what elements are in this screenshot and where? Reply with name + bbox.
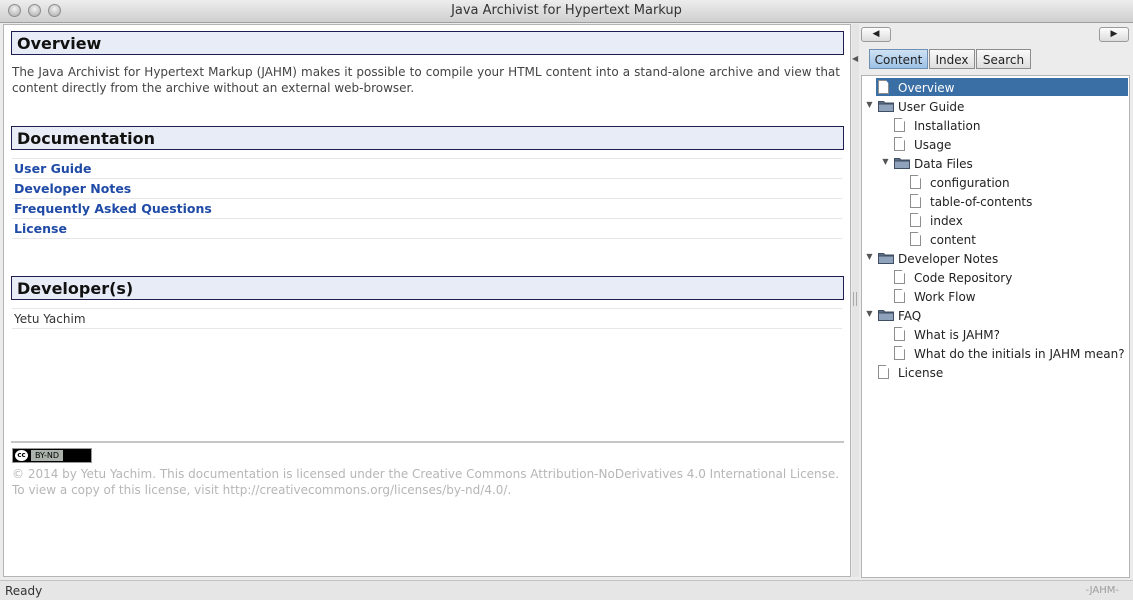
tree-item[interactable]: table-of-contents [862, 192, 1129, 211]
tree-item-label: Usage [914, 138, 952, 152]
document-icon [878, 365, 889, 379]
folder-icon [878, 251, 894, 267]
tree-item-label: table-of-contents [930, 195, 1033, 209]
tab-search[interactable]: Search [976, 49, 1031, 69]
document-icon [910, 213, 921, 227]
forward-button[interactable]: ▶ [1099, 27, 1129, 42]
document-icon [910, 232, 921, 246]
tree-item[interactable]: Installation [862, 116, 1129, 135]
tree-item[interactable]: ▼ Developer Notes [862, 249, 1129, 268]
by-nd-label: BY-ND [31, 450, 64, 461]
expand-triangle-icon[interactable]: ▼ [865, 252, 874, 261]
tree-item-label: License [898, 366, 944, 380]
link-faq[interactable]: Frequently Asked Questions [12, 199, 842, 219]
tree-item[interactable]: License [862, 363, 1129, 382]
collapse-arrow-icon[interactable]: ◀ [852, 54, 858, 63]
overview-heading: Overview [11, 31, 844, 55]
window-title: Java Archivist for Hypertext Markup [451, 3, 682, 18]
documentation-heading: Documentation [11, 126, 844, 150]
splitter-grip[interactable] [853, 292, 857, 306]
developers-heading: Developer(s) [11, 276, 844, 300]
document-icon [894, 137, 905, 151]
status-bar: Ready -JAHM- [0, 580, 1133, 600]
tree-item[interactable]: index [862, 211, 1129, 230]
content-pane[interactable]: Overview The Java Archivist for Hypertex… [3, 24, 851, 577]
tree-item[interactable]: Work Flow [862, 287, 1129, 306]
title-bar: Java Archivist for Hypertext Markup [0, 0, 1133, 23]
folder-icon [878, 99, 894, 115]
tree-item-label: Code Repository [914, 271, 1013, 285]
expand-triangle-icon[interactable]: ▼ [865, 100, 874, 109]
tree-item[interactable]: configuration [862, 173, 1129, 192]
tree-item-label: index [930, 214, 963, 228]
tree-item[interactable]: content [862, 230, 1129, 249]
document-icon [894, 346, 905, 360]
tree-item-label: FAQ [898, 309, 922, 323]
link-user-guide[interactable]: User Guide [12, 159, 842, 179]
tab-content[interactable]: Content [869, 49, 928, 69]
tree-item-label: Developer Notes [898, 252, 999, 266]
tree-item[interactable]: ▼ Data Files [862, 154, 1129, 173]
app-tag: -JAHM- [1085, 585, 1119, 596]
developer-name: Yetu Yachim [12, 309, 842, 329]
tree-item-label: User Guide [898, 100, 965, 114]
tab-index[interactable]: Index [929, 49, 975, 69]
document-icon [894, 289, 905, 303]
tree-item-label: content [930, 233, 976, 247]
status-text: Ready [5, 584, 43, 598]
tree-item[interactable]: Overview [862, 78, 1129, 97]
tree-item-label: configuration [930, 176, 1010, 190]
document-icon [910, 194, 921, 208]
document-icon [910, 175, 921, 189]
expand-triangle-icon[interactable]: ▼ [865, 309, 874, 318]
folder-icon [894, 156, 910, 172]
tree-item[interactable]: Code Repository [862, 268, 1129, 287]
folder-icon [878, 308, 894, 324]
expand-triangle-icon[interactable]: ▼ [881, 157, 890, 166]
overview-text: The Java Archivist for Hypertext Markup … [12, 65, 840, 95]
document-icon [894, 118, 905, 132]
link-license[interactable]: License [12, 219, 842, 239]
tree-item-label: What is JAHM? [914, 328, 1001, 342]
tree-item[interactable]: Usage [862, 135, 1129, 154]
tree-item[interactable]: ▼ FAQ [862, 306, 1129, 325]
cc-license-badge[interactable]: cc BY-ND [12, 448, 92, 463]
tree-item-label: Installation [914, 119, 981, 133]
footer-divider [11, 441, 844, 443]
document-icon [894, 327, 905, 341]
document-icon [878, 80, 889, 94]
link-developer-notes[interactable]: Developer Notes [12, 179, 842, 199]
tree-item-label: Overview [898, 81, 955, 95]
license-text: © 2014 by Yetu Yachim. This documentatio… [12, 467, 840, 497]
tree-item[interactable]: What is JAHM? [862, 325, 1129, 344]
tree-item-label: What do the initials in JAHM mean? [914, 347, 1125, 361]
cc-icon: cc [15, 450, 28, 461]
tree-item[interactable]: What do the initials in JAHM mean? [862, 344, 1129, 363]
document-icon [894, 270, 905, 284]
back-button[interactable]: ◀ [861, 27, 891, 42]
tree-item[interactable]: ▼ User Guide [862, 97, 1129, 116]
tree-item-label: Work Flow [914, 290, 976, 304]
tree-item-label: Data Files [914, 157, 973, 171]
content-tree[interactable]: Overview ▼ User Guide Installation Usage ▼ Dat… [861, 75, 1130, 578]
